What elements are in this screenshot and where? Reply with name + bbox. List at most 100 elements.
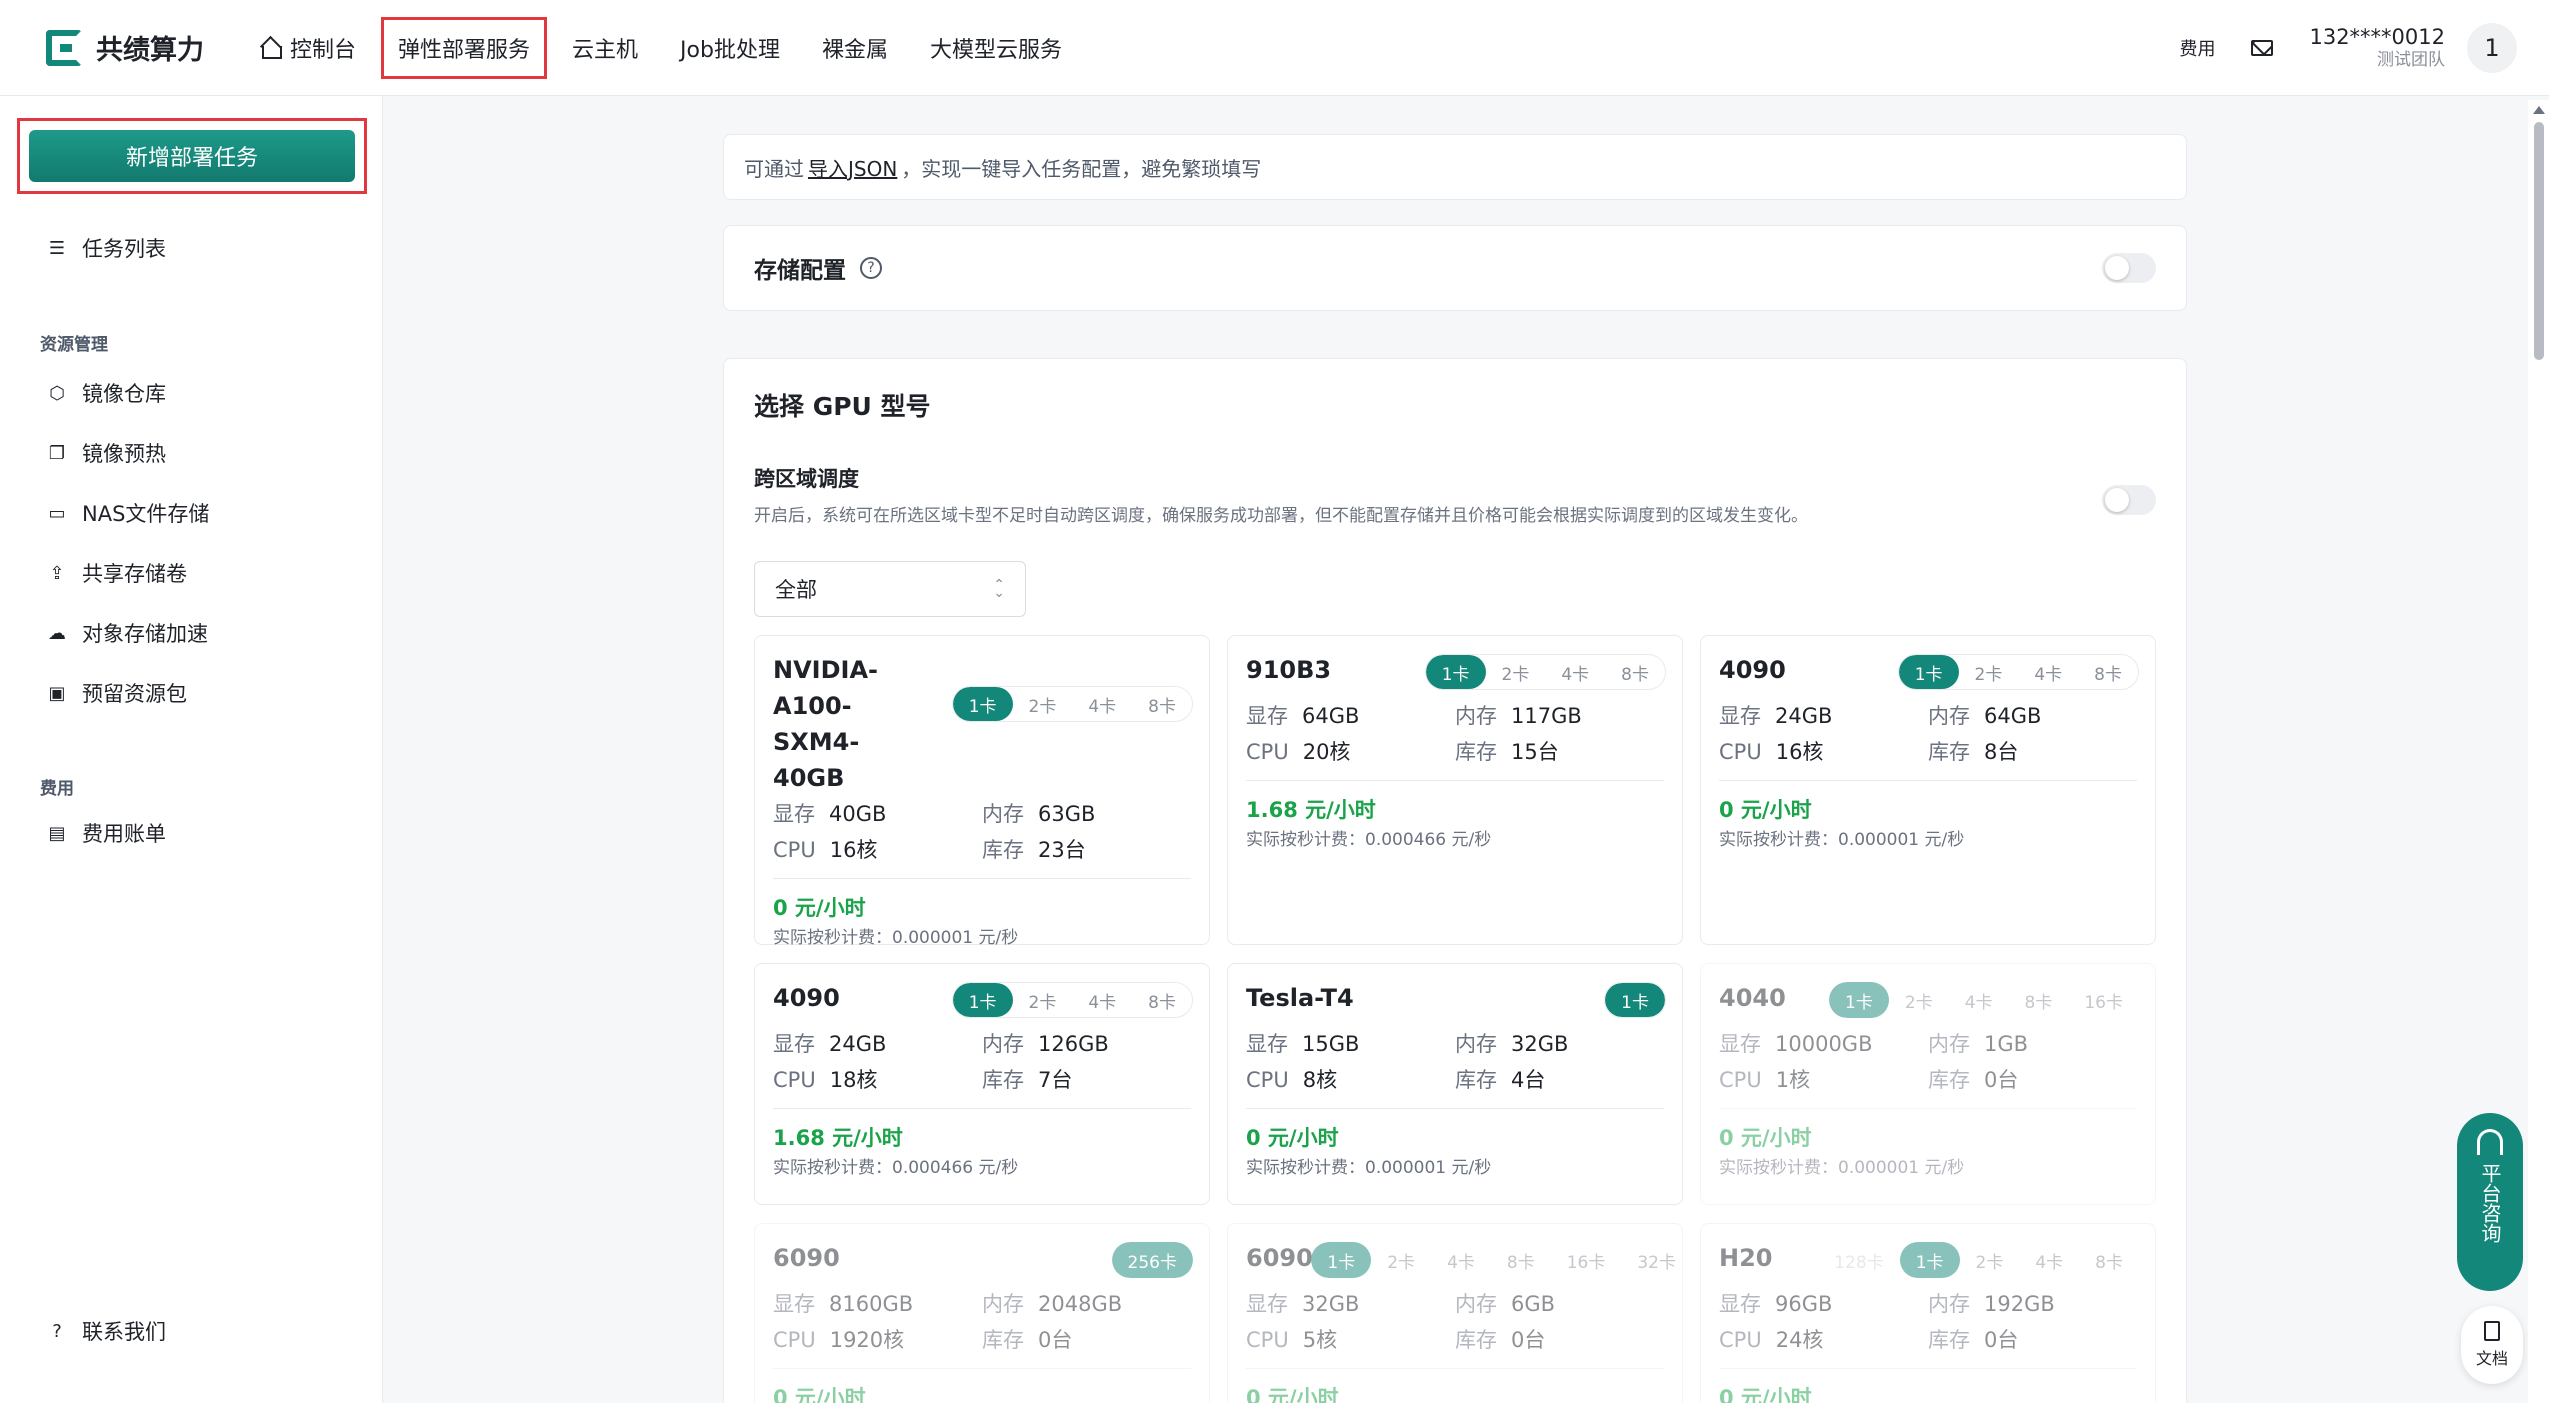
card-count-tab[interactable]: 8卡 (1605, 655, 1665, 689)
cpu-value: 8核 (1302, 1068, 1338, 1092)
vram-value: 8160GB (829, 1292, 914, 1316)
sidebar-item-object-storage[interactable]: ☁ 对象存储加速 (46, 618, 208, 648)
vram-value: 24GB (829, 1032, 887, 1056)
vram-value: 96GB (1775, 1292, 1833, 1316)
spec-row: 显存 15GB 内存 32GB (1246, 1026, 1664, 1062)
card-count-tab[interactable]: 2卡 (1486, 655, 1546, 689)
card-count-tab[interactable]: 2卡 (1013, 983, 1073, 1017)
nav-job-batch[interactable]: Job批处理 (666, 20, 794, 76)
sidebar-item-shared-volume[interactable]: ⇪ 共享存储卷 (46, 558, 187, 588)
docs-button[interactable]: 文档 (2461, 1306, 2523, 1384)
gpu-card[interactable]: 910B3 1卡 2卡 4卡 8卡 显存 64GB 内存 117GB CPU 20核 … (1227, 635, 1683, 945)
sidebar-item-fee-bill[interactable]: ▤ 费用账单 (46, 818, 166, 848)
gpu-card[interactable]: Tesla-T4 1卡 显存 15GB 内存 32GB CPU 8核 库存 4台 0 元… (1227, 963, 1683, 1205)
sidebar-item-label: 镜像预热 (82, 442, 166, 466)
gpu-card: 6090 256卡 显存 8160GB 内存 2048GB CPU 1920核 库存 0… (754, 1223, 1210, 1403)
sidebar-item-label: 共享存储卷 (82, 562, 187, 586)
spec-row: CPU 1920核 库存 0台 (773, 1322, 1191, 1358)
card-count-tab: 8卡 (1506, 1252, 1535, 1273)
divider (1246, 1108, 1664, 1109)
spec-row: 显存 32GB 内存 6GB (1246, 1286, 1664, 1322)
nav-console[interactable]: 控制台 (246, 20, 370, 76)
card-count-tab[interactable]: 1卡 (1425, 655, 1486, 689)
folder-icon: ▭ (48, 502, 66, 524)
package-icon: ▣ (48, 682, 66, 704)
storage-config-title: 存储配置 (754, 258, 846, 284)
nav-llm-cloud[interactable]: 大模型云服务 (916, 20, 1076, 76)
nav-cloud-host[interactable]: 云主机 (558, 20, 652, 76)
sidebar-item-image-preheat[interactable]: ❐ 镜像预热 (46, 438, 166, 468)
scroll-up-icon[interactable] (2533, 106, 2545, 114)
scroll-thumb[interactable] (2534, 122, 2544, 360)
cross-region-toggle[interactable] (2102, 485, 2156, 515)
spec-row: 显存 10000GB 内存 1GB (1719, 1026, 2137, 1062)
card-count-tab[interactable]: 1卡 (952, 687, 1013, 721)
stock-label: 库存 (1455, 740, 1497, 764)
card-count-tab[interactable]: 2卡 (1959, 655, 2019, 689)
gpu-card[interactable]: 4090 1卡 2卡 4卡 8卡 显存 24GB 内存 126GB CPU 18核 库… (754, 963, 1210, 1205)
nav-bare-metal[interactable]: 裸金属 (808, 20, 902, 76)
sidebar-item-reserved-pack[interactable]: ▣ 预留资源包 (46, 678, 187, 708)
sidebar-item-contact[interactable]: ? 联系我们 (46, 1316, 166, 1346)
storage-config-toggle[interactable] (2102, 253, 2156, 283)
gpu-card[interactable]: 4090 1卡 2卡 4卡 8卡 显存 24GB 内存 64GB CPU 16核 库存… (1700, 635, 2156, 945)
card-count-tab[interactable]: 1卡 (952, 983, 1013, 1017)
sidebar-item-label: 对象存储加速 (82, 622, 208, 646)
card-count-tab[interactable]: 8卡 (1132, 687, 1192, 721)
gpu-price: 1.68 元/小时 (1246, 798, 1376, 822)
gpu-filter-select[interactable]: 全部 ⌃ ⌄ (754, 561, 1026, 617)
sidebar-item-label: 联系我们 (82, 1320, 166, 1344)
stock-value: 0台 (1984, 1328, 2019, 1352)
card-count-tab: 16卡 (2084, 992, 2123, 1013)
help-icon[interactable]: ? (860, 257, 882, 279)
card-count-tab[interactable]: 4卡 (1072, 687, 1132, 721)
card-count-tab[interactable]: 2卡 (1013, 687, 1073, 721)
card-count-tab: 128卡 (1834, 1252, 1884, 1273)
card-count-tab[interactable]: 8卡 (2078, 655, 2138, 689)
user-team: 测试团队 (2377, 49, 2445, 70)
platform-consult-button[interactable]: 平台咨询 (2457, 1113, 2523, 1291)
price-note-value: 0.000466 元/秒 (1365, 830, 1492, 850)
sidebar-item-nas[interactable]: ▭ NAS文件存储 (46, 498, 209, 528)
spec-row: CPU 8核 库存 4台 (1246, 1062, 1664, 1098)
card-count-tab: 2卡 (1975, 1252, 2004, 1273)
avatar[interactable]: 1 (2467, 22, 2517, 73)
nav-elastic-deploy[interactable]: 弹性部署服务 (381, 16, 548, 79)
card-count-tab[interactable]: 1卡 (1605, 983, 1665, 1017)
user-info[interactable]: 132****0012 测试团队 (2309, 25, 2445, 71)
gpu-price: 0 元/小时 (1719, 798, 1812, 822)
card-count-tab[interactable]: 1卡 (1898, 655, 1959, 689)
card-count-tabs: 1卡 2卡 4卡 8卡 16卡 (1829, 982, 2139, 1018)
brand-logo[interactable]: 共绩算力 (46, 28, 204, 67)
divider (773, 1368, 1191, 1369)
card-count-tab[interactable]: 4卡 (2018, 655, 2078, 689)
mem-value: 64GB (1984, 704, 2042, 728)
stock-value: 0台 (1038, 1328, 1073, 1352)
sidebar-item-task-list[interactable]: ☰ 任务列表 (46, 233, 166, 263)
gpu-price-note: 实际按秒计费：0.000001 元/秒 (1719, 1155, 2137, 1181)
gpu-card[interactable]: NVIDIA-A100-SXM4-40GB 1卡 2卡 4卡 8卡 显存 40GB… (754, 635, 1210, 948)
card-count-tab[interactable]: 8卡 (1132, 983, 1192, 1017)
mem-label: 内存 (982, 1032, 1024, 1056)
vram-label: 显存 (773, 1032, 815, 1056)
card-count-tab: 256卡 (1111, 1242, 1193, 1278)
sidebar-item-image-repo[interactable]: ⬡ 镜像仓库 (46, 378, 166, 408)
card-count-tab[interactable]: 4卡 (1545, 655, 1605, 689)
spec-row: 显存 24GB 内存 126GB (773, 1026, 1191, 1062)
new-deploy-task-button[interactable]: 新增部署任务 (29, 130, 355, 182)
header-fee-link[interactable]: 费用 (2179, 35, 2215, 61)
card-count-tab[interactable]: 4卡 (1072, 983, 1132, 1017)
mem-label: 内存 (1928, 1032, 1970, 1056)
sidebar: 新增部署任务 ☰ 任务列表 资源管理 ⬡ 镜像仓库 ❐ 镜像预热 ▭ NAS文件… (0, 96, 383, 1403)
help-circle-icon: ? (52, 1320, 62, 1342)
scrollbar[interactable] (2528, 100, 2549, 1403)
divider (1246, 780, 1664, 781)
import-json-link[interactable]: 导入JSON (808, 153, 897, 182)
cpu-label: CPU (1246, 740, 1289, 764)
cpu-value: 1核 (1775, 1068, 1811, 1092)
gpu-price: 0 元/小时 (773, 896, 866, 920)
top-navbar: 共绩算力 控制台 弹性部署服务 云主机 Job批处理 裸金属 大模型云服务 费用… (0, 0, 2549, 96)
cpu-value: 18核 (829, 1068, 878, 1092)
mail-icon[interactable] (2251, 39, 2274, 56)
price-note-prefix: 实际按秒计费： (1719, 1158, 1838, 1178)
